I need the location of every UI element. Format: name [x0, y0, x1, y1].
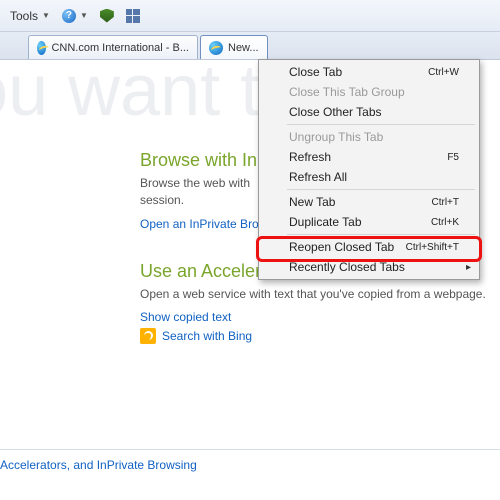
tab-newtab[interactable]: New... — [200, 35, 268, 59]
tab-context-menu: Close Tab Ctrl+W Close This Tab Group Cl… — [258, 59, 480, 280]
footer-link[interactable]: Accelerators, and InPrivate Browsing — [0, 458, 197, 472]
open-inprivate-link[interactable]: Open an InPrivate Bro — [140, 217, 259, 231]
tools-menu[interactable]: Tools ▼ — [6, 7, 54, 25]
grid-button[interactable] — [122, 7, 144, 25]
ctx-close-tab-group: Close This Tab Group — [261, 82, 477, 102]
ctx-recently-closed-tabs[interactable]: Recently Closed Tabs — [261, 257, 477, 277]
search-with-bing-link[interactable]: Search with Bing — [140, 328, 252, 344]
ie-favicon-icon — [209, 41, 223, 55]
separator — [287, 124, 475, 125]
ctx-duplicate-tab[interactable]: Duplicate Tab Ctrl+K — [261, 212, 477, 232]
chevron-down-icon: ▼ — [80, 11, 88, 20]
help-button[interactable]: ? ▼ — [58, 7, 92, 25]
safety-button[interactable] — [96, 7, 118, 25]
command-bar: Tools ▼ ? ▼ — [0, 0, 500, 32]
grid-icon — [126, 9, 140, 23]
separator — [287, 234, 475, 235]
hero-text: Do you want to — [0, 50, 300, 132]
ctx-refresh[interactable]: Refresh F5 — [261, 147, 477, 167]
separator — [287, 189, 475, 190]
tab-label: New... — [228, 42, 259, 54]
tab-label: CNN.com International - B... — [51, 42, 189, 54]
bing-icon — [140, 328, 156, 344]
section-desc: Open a web service with text that you've… — [140, 286, 500, 303]
ctx-close-tab[interactable]: Close Tab Ctrl+W — [261, 62, 477, 82]
ie-favicon-icon — [37, 41, 46, 55]
shield-icon — [100, 9, 114, 23]
tab-strip: CNN.com International - B... New... — [0, 32, 500, 60]
ctx-refresh-all[interactable]: Refresh All — [261, 167, 477, 187]
footer: Accelerators, and InPrivate Browsing — [0, 449, 500, 472]
show-copied-text-link[interactable]: Show copied text — [140, 310, 231, 324]
ctx-new-tab[interactable]: New Tab Ctrl+T — [261, 192, 477, 212]
help-icon: ? — [62, 9, 76, 23]
tools-label: Tools — [10, 9, 38, 23]
tab-cnn[interactable]: CNN.com International - B... — [28, 35, 198, 59]
ctx-close-other-tabs[interactable]: Close Other Tabs — [261, 102, 477, 122]
link-label: Search with Bing — [162, 329, 252, 343]
ctx-reopen-closed-tab[interactable]: Reopen Closed Tab Ctrl+Shift+T — [261, 237, 477, 257]
ctx-ungroup-tab: Ungroup This Tab — [261, 127, 477, 147]
chevron-down-icon: ▼ — [42, 11, 50, 20]
